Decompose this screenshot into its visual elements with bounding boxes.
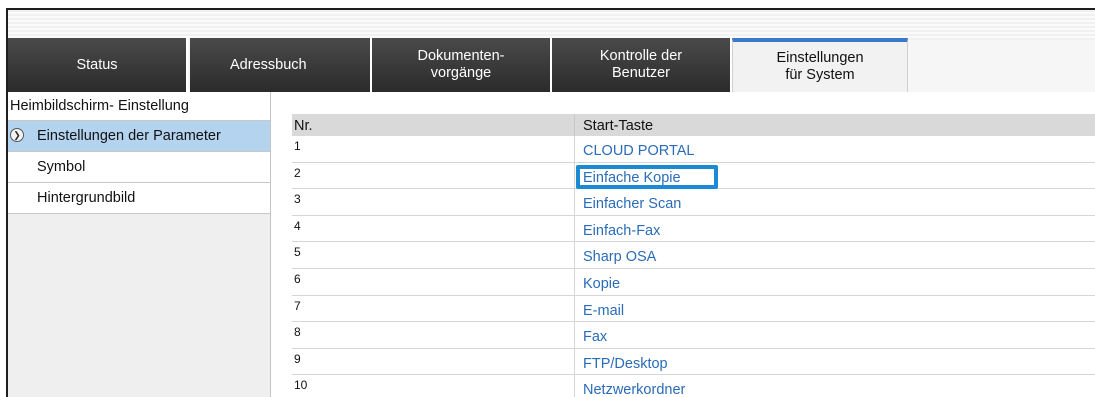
column-header-nr: Nr.	[294, 118, 313, 134]
tab-label: Status	[76, 56, 118, 73]
sidebar-item-label: Einstellungen der Parameter	[37, 128, 221, 144]
sidebar-item-hintergrundbild[interactable]: Hintergrundbild	[8, 183, 270, 214]
tab-dokumentenvorgaenge[interactable]: Dokumenten- vorgänge	[372, 38, 552, 92]
start-key-link[interactable]: Netzwerkordner	[574, 375, 1095, 397]
start-key-label: Netzwerkordner	[583, 382, 686, 397]
start-key-label: FTP/Desktop	[583, 355, 668, 372]
row-number: 6	[294, 271, 301, 286]
table-header-row: Nr. Start-Taste	[292, 114, 1095, 136]
sidebar-item-einstellungen-der-parameter[interactable]: ❯ Einstellungen der Parameter	[8, 121, 270, 152]
start-key-label: Einfacher Scan	[583, 196, 682, 213]
row-number: 9	[294, 351, 301, 366]
start-key-label: E-mail	[583, 302, 625, 319]
start-key-link[interactable]: Einfacher Scan	[574, 189, 1095, 215]
row-number: 2	[294, 165, 301, 180]
row-number: 4	[294, 218, 301, 233]
main-content: Heimbildschirm- Einstellung ❯ Einstellun…	[8, 92, 1095, 397]
tab-status[interactable]: Status	[8, 38, 188, 92]
start-key-link[interactable]: Kopie	[574, 268, 1095, 295]
sidebar: Heimbildschirm- Einstellung ❯ Einstellun…	[8, 92, 271, 397]
sidebar-empty-area	[8, 216, 270, 397]
tab-kontrolle-der-benutzer[interactable]: Kontrolle der Benutzer	[552, 38, 732, 92]
row-number: 3	[294, 192, 301, 207]
start-key-label: Einfach-Fax	[583, 222, 661, 239]
start-key-link[interactable]: CLOUD PORTAL	[574, 136, 1095, 162]
row-number: 5	[294, 245, 301, 260]
sidebar-item-label: Symbol	[37, 159, 86, 175]
table-row: 6 Kopie	[292, 268, 1095, 296]
tab-adressbuch[interactable]: Adressbuch	[190, 38, 372, 92]
tab-label: Dokumenten- vorgänge	[417, 48, 505, 81]
table-row: 9 FTP/Desktop	[292, 348, 1095, 376]
start-key-label: CLOUD PORTAL	[583, 143, 695, 159]
row-number: 1	[294, 139, 301, 153]
table-row: 1 CLOUD PORTAL	[292, 136, 1095, 163]
sidebar-header: Heimbildschirm- Einstellung	[8, 92, 270, 121]
start-key-label: Sharp OSA	[583, 249, 657, 266]
tab-bar: Status Adressbuch Dokumenten- vorgänge K…	[8, 38, 1095, 92]
sidebar-item-symbol[interactable]: Symbol	[8, 152, 270, 183]
start-key-link[interactable]: E-mail	[574, 295, 1095, 322]
start-key-label: Kopie	[583, 275, 621, 292]
column-header-start-taste: Start-Taste	[574, 114, 1095, 136]
row-number: 8	[294, 325, 301, 340]
table-row: 10 Netzwerkordner	[292, 375, 1095, 397]
start-key-label: Fax	[583, 329, 608, 346]
start-key-link[interactable]: Sharp OSA	[574, 242, 1095, 268]
start-key-link[interactable]: Einfache Kopie	[574, 162, 1095, 189]
tab-label: Einstellungen für System	[776, 50, 864, 83]
start-key-link[interactable]: Fax	[574, 322, 1095, 348]
row-number: 7	[294, 298, 301, 313]
app-window: Status Adressbuch Dokumenten- vorgänge K…	[6, 8, 1095, 397]
tab-einstellungen-fuer-system[interactable]: Einstellungen für System	[732, 38, 908, 92]
start-key-link[interactable]: FTP/Desktop	[574, 348, 1095, 375]
table-row: 8 Fax	[292, 322, 1095, 349]
table-row: 2 Einfache Kopie	[292, 162, 1095, 190]
focus-highlight	[576, 164, 718, 189]
start-key-table: Nr. Start-Taste 1 CLOUD PORTAL 2 Einfache K…	[292, 114, 1095, 397]
table-row: 7 E-mail	[292, 295, 1095, 323]
tab-label: Adressbuch	[230, 56, 307, 73]
top-band	[8, 10, 1095, 40]
start-key-link[interactable]: Einfach-Fax	[574, 215, 1095, 242]
chevron-circle-icon: ❯	[10, 128, 24, 142]
row-number: 10	[294, 378, 308, 393]
tab-label: Kontrolle der Benutzer	[599, 48, 683, 81]
table-row: 4 Einfach-Fax	[292, 215, 1095, 243]
sidebar-item-label: Hintergrundbild	[37, 190, 136, 206]
table-row: 5 Sharp OSA	[292, 242, 1095, 269]
table-row: 3 Einfacher Scan	[292, 189, 1095, 216]
